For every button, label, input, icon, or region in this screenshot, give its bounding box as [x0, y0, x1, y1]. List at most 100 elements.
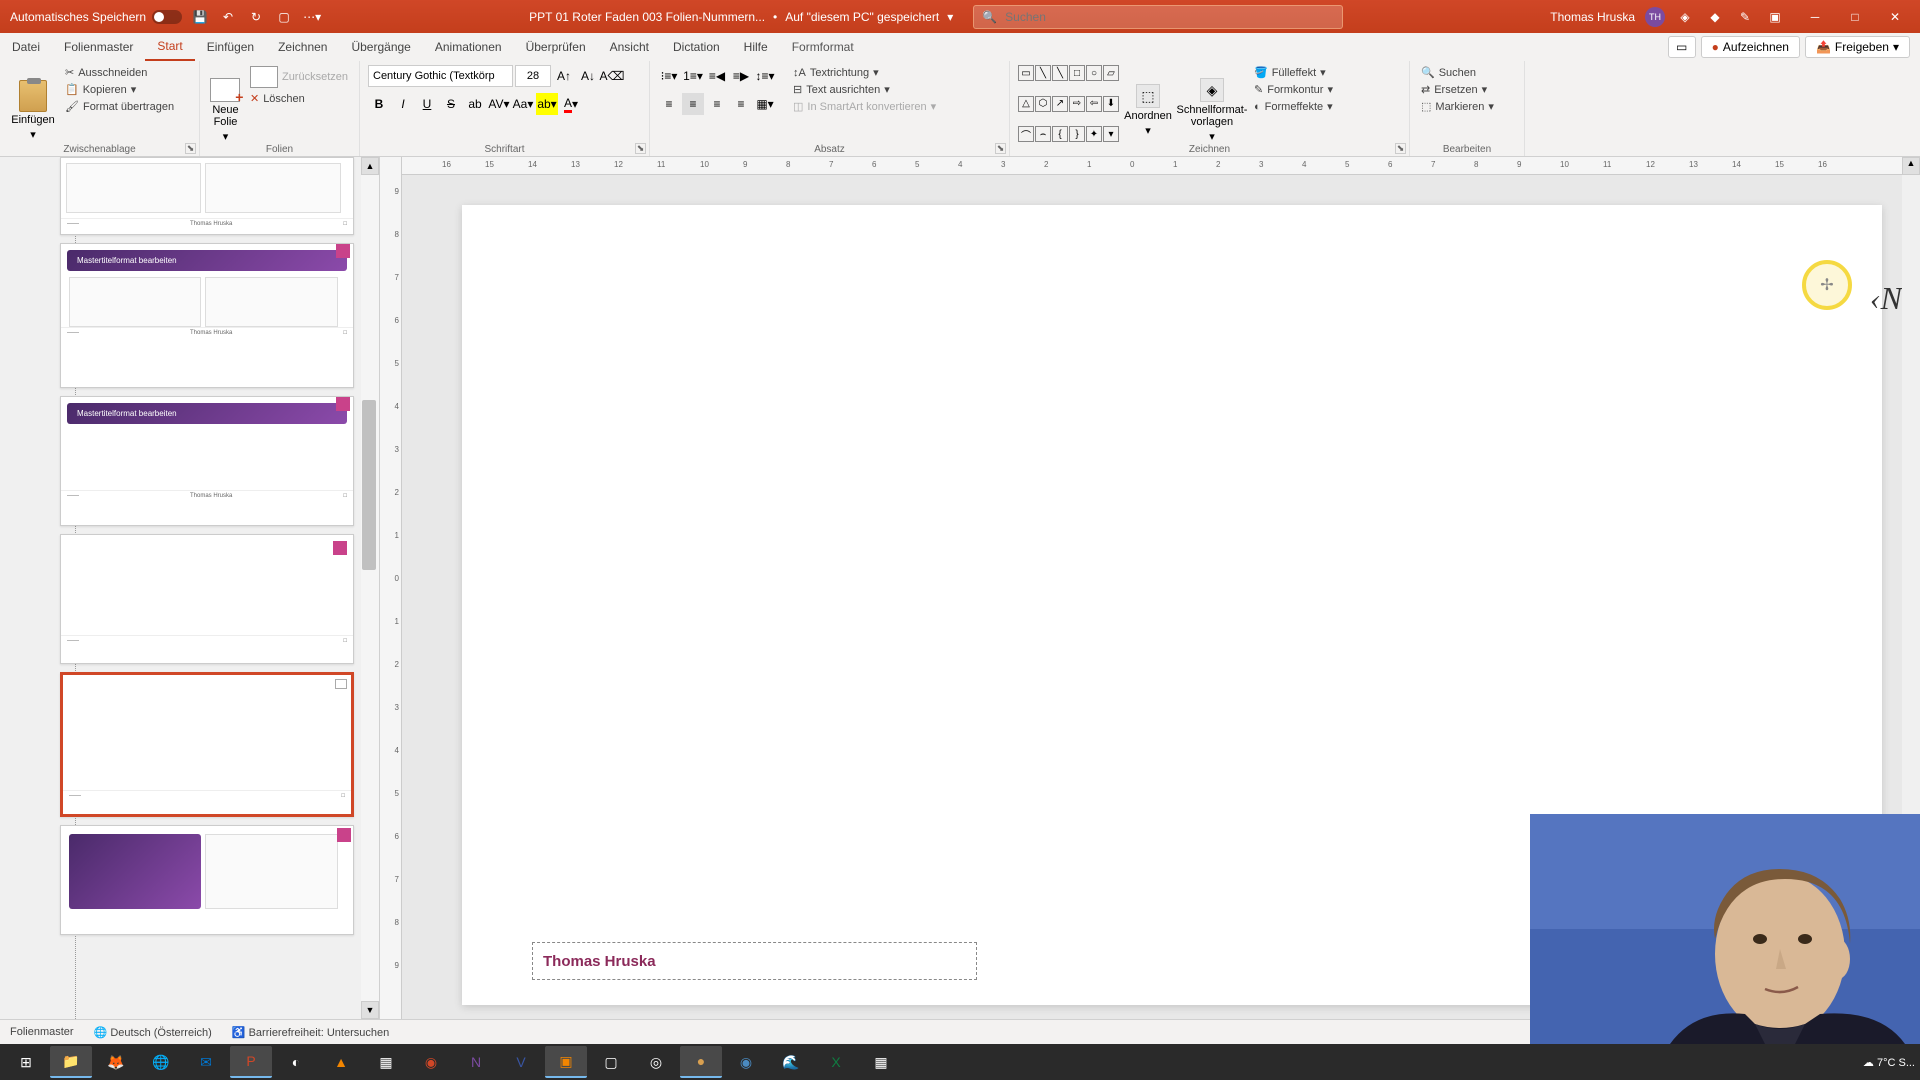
columns-button[interactable]: ▦▾: [754, 93, 776, 115]
scroll-thumb[interactable]: [362, 400, 376, 570]
tab-folienmaster[interactable]: Folienmaster: [52, 33, 145, 61]
from-start-icon[interactable]: ▢: [274, 7, 294, 27]
slide-number-placeholder[interactable]: ‹N: [1870, 280, 1902, 317]
search-input[interactable]: [1005, 10, 1334, 24]
dropdown-icon[interactable]: ▾: [947, 10, 953, 24]
taskbar-explorer-icon[interactable]: 📁: [50, 1046, 92, 1078]
taskbar-firefox-icon[interactable]: 🦊: [95, 1046, 137, 1078]
cut-button[interactable]: ✂Ausschneiden: [62, 65, 177, 80]
freigeben-button[interactable]: 📤Freigeben▾: [1805, 36, 1910, 58]
taskbar-app4-icon[interactable]: ▣: [545, 1046, 587, 1078]
taskbar-vlc-icon[interactable]: ▲: [320, 1046, 362, 1078]
taskbar-app8-icon[interactable]: ▦: [860, 1046, 902, 1078]
italic-button[interactable]: I: [392, 93, 414, 115]
replace-button[interactable]: ⇄Ersetzen▾: [1418, 82, 1497, 97]
scroll-down-icon[interactable]: ▼: [361, 1001, 379, 1019]
align-left-button[interactable]: ≡: [658, 93, 680, 115]
taskbar-excel-icon[interactable]: X: [815, 1046, 857, 1078]
line-spacing-button[interactable]: ↕≡▾: [754, 65, 776, 87]
text-direction-button[interactable]: ↕ATextrichtung▾: [790, 65, 939, 80]
numbering-button[interactable]: 1≡▾: [682, 65, 704, 87]
undo-icon[interactable]: ↶: [218, 7, 238, 27]
bold-button[interactable]: B: [368, 93, 390, 115]
highlight-button[interactable]: ab▾: [536, 93, 558, 115]
editor-scroll-up-icon[interactable]: ▲: [1902, 157, 1920, 175]
select-button[interactable]: ⬚Markieren▾: [1418, 99, 1497, 114]
align-right-button[interactable]: ≡: [706, 93, 728, 115]
taskbar-obs-icon[interactable]: ◎: [635, 1046, 677, 1078]
close-button[interactable]: ✕: [1875, 2, 1915, 32]
taskbar-app2-icon[interactable]: ▦: [365, 1046, 407, 1078]
underline-button[interactable]: U: [416, 93, 438, 115]
increase-font-icon[interactable]: A↑: [553, 65, 575, 87]
tab-hilfe[interactable]: Hilfe: [732, 33, 780, 61]
tab-einfuegen[interactable]: Einfügen: [195, 33, 266, 61]
taskbar-app3-icon[interactable]: ◉: [410, 1046, 452, 1078]
justify-button[interactable]: ≡: [730, 93, 752, 115]
new-slide-button[interactable]: Neue Folie ▾: [208, 65, 243, 156]
more-qa-icon[interactable]: ⋯▾: [302, 7, 322, 27]
mode-button[interactable]: ▭: [1668, 36, 1696, 58]
format-painter-button[interactable]: 🖌Format übertragen: [62, 99, 177, 114]
taskbar-app5-icon[interactable]: ▢: [590, 1046, 632, 1078]
taskbar-edge-icon[interactable]: 🌊: [770, 1046, 812, 1078]
taskbar-chrome-icon[interactable]: 🌐: [140, 1046, 182, 1078]
premium-icon[interactable]: ◆: [1705, 7, 1725, 27]
strike-button[interactable]: S: [440, 93, 462, 115]
tab-datei[interactable]: Datei: [0, 33, 52, 61]
tab-ueberpruefen[interactable]: Überprüfen: [514, 33, 598, 61]
thumbnail-layout-4[interactable]: ——□: [60, 534, 354, 664]
shapes-gallery[interactable]: ▭╲╲□○▱ △⬡↗⇨⇦⬇ ⌒⌢{}✦▾: [1018, 65, 1119, 156]
aufzeichnen-button[interactable]: ●Aufzeichnen: [1701, 36, 1800, 58]
increase-indent-button[interactable]: ≡▶: [730, 65, 752, 87]
thumbnail-layout-3[interactable]: Mastertitelformat bearbeiten ——Thomas Hr…: [60, 396, 354, 526]
shadow-button[interactable]: ab: [464, 93, 486, 115]
thumbnail-layout-5-selected[interactable]: ——□: [60, 672, 354, 817]
status-accessibility[interactable]: ♿ Barrierefreiheit: Untersuchen: [232, 1026, 389, 1039]
font-size-select[interactable]: [515, 65, 551, 87]
tab-ansicht[interactable]: Ansicht: [598, 33, 661, 61]
thumbnail-layout-6[interactable]: [60, 825, 354, 935]
case-button[interactable]: Aa▾: [512, 93, 534, 115]
quickstyles-button[interactable]: ◈ Schnellformat-vorlagen ▾: [1177, 65, 1247, 156]
pen-icon[interactable]: ✎: [1735, 7, 1755, 27]
taskbar-app6-icon[interactable]: ●: [680, 1046, 722, 1078]
thumbnail-layout-1[interactable]: ——Thomas Hruska□: [60, 157, 354, 235]
decrease-indent-button[interactable]: ≡◀: [706, 65, 728, 87]
find-button[interactable]: 🔍Suchen: [1418, 65, 1497, 80]
user-avatar[interactable]: TH: [1645, 7, 1665, 27]
decrease-font-icon[interactable]: A↓: [577, 65, 599, 87]
effects-button[interactable]: ◐Formeffekte▾: [1251, 99, 1336, 114]
spacing-button[interactable]: AV▾: [488, 93, 510, 115]
tab-dictation[interactable]: Dictation: [661, 33, 732, 61]
paragraph-launcher[interactable]: ⬊: [995, 143, 1006, 154]
outline-button[interactable]: ✎Formkontur▾: [1251, 82, 1336, 97]
align-center-button[interactable]: ≡: [682, 93, 704, 115]
taskbar-app7-icon[interactable]: ◉: [725, 1046, 767, 1078]
thumbnail-layout-2[interactable]: Mastertitelformat bearbeiten ——Thomas Hr…: [60, 243, 354, 388]
tab-animationen[interactable]: Animationen: [423, 33, 514, 61]
tab-zeichnen[interactable]: Zeichnen: [266, 33, 339, 61]
minimize-button[interactable]: ─: [1795, 2, 1835, 32]
paste-button[interactable]: Einfügen ▾: [8, 65, 58, 156]
fill-button[interactable]: 🪣Fülleffekt▾: [1251, 65, 1336, 80]
taskbar-visio-icon[interactable]: V: [500, 1046, 542, 1078]
search-box[interactable]: 🔍: [973, 5, 1343, 29]
autosave-toggle[interactable]: Automatisches Speichern: [10, 10, 182, 24]
redo-icon[interactable]: ↻: [246, 7, 266, 27]
start-button[interactable]: ⊞: [5, 1046, 47, 1078]
coming-soon-icon[interactable]: ◈: [1675, 7, 1695, 27]
status-view[interactable]: Folienmaster: [10, 1026, 74, 1038]
status-language[interactable]: 🌐 Deutsch (Österreich): [94, 1026, 212, 1039]
delete-button[interactable]: ✕Löschen: [247, 91, 351, 106]
tab-uebergaenge[interactable]: Übergänge: [339, 33, 422, 61]
scroll-up-icon[interactable]: ▲: [361, 157, 379, 175]
taskbar-app1-icon[interactable]: ◐: [275, 1046, 317, 1078]
copy-button[interactable]: 📋Kopieren▾: [62, 82, 177, 97]
drawing-launcher[interactable]: ⬊: [1395, 143, 1406, 154]
taskbar-onenote-icon[interactable]: N: [455, 1046, 497, 1078]
align-text-button[interactable]: ⊟Text ausrichten▾: [790, 82, 939, 97]
maximize-button[interactable]: □: [1835, 2, 1875, 32]
window-icon[interactable]: ▣: [1765, 7, 1785, 27]
tab-formformat[interactable]: Formformat: [780, 33, 866, 61]
